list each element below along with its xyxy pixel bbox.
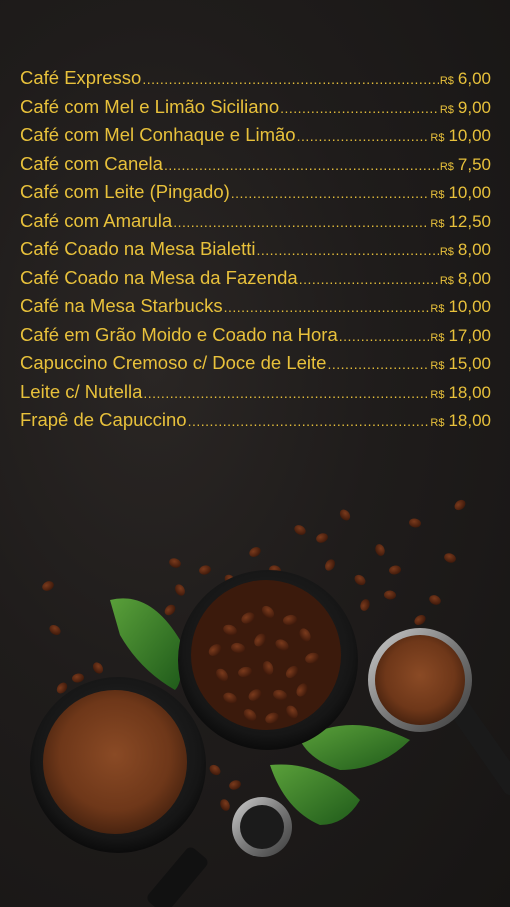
price-value: 18,00	[448, 382, 491, 402]
menu-page: Café Expresso R$6,00 Café com Mel e Limã…	[0, 0, 510, 907]
dot-leader	[173, 207, 429, 237]
dot-leader	[257, 235, 439, 265]
dot-leader	[280, 93, 439, 123]
menu-item-name: Café com Mel e Limão Siciliano	[20, 95, 280, 117]
price-currency: R$	[439, 160, 454, 173]
menu-item-name: Café em Grão Moido e Coado na Hora	[20, 323, 338, 345]
price-currency: R$	[430, 217, 445, 230]
menu-item: Café com Amarula R$12,50	[20, 207, 491, 236]
price-currency: R$	[430, 331, 445, 344]
menu-item-name: Frapê de Capuccino	[20, 409, 187, 430]
menu-item: Frapê de Capuccino R$18,00	[20, 406, 491, 435]
menu-item: Café com Canela R$7,50	[20, 150, 491, 179]
dot-leader	[327, 349, 429, 379]
menu-item: Capuccino Cremoso c/ Doce de Leite R$15,…	[20, 349, 491, 378]
menu-item: Leite c/ Nutella R$18,00	[20, 378, 491, 407]
menu-item-price: R$ 12,50	[430, 207, 491, 239]
menu-item: Café com Mel Conhaque e Limão R$10,00	[20, 121, 491, 150]
dot-leader	[299, 264, 439, 294]
menu-item-price: R$ 10,00	[430, 121, 491, 153]
dot-leader	[164, 150, 439, 180]
price-currency: R$	[439, 75, 454, 87]
price-value: 10,00	[448, 297, 491, 316]
price-value: 15,00	[448, 354, 491, 373]
menu-item-price: R$ 9,00	[440, 93, 491, 125]
price-value: 8,00	[457, 268, 491, 288]
price-value: 7,50	[457, 154, 491, 174]
menu-item-price: R$ 18,00	[430, 406, 491, 438]
menu-item: Café com Leite (Pingado) R$10,00	[20, 178, 491, 207]
menu-item-name: Café com Amarula	[20, 209, 173, 231]
menu-item-name: Café Coado na Mesa Bialetti	[20, 238, 256, 259]
menu-item-price: R$ 10,00	[430, 178, 491, 210]
price-currency: R$	[430, 189, 445, 201]
price-currency: R$	[430, 360, 445, 372]
menu-item-price: R$ 7,50	[440, 150, 491, 182]
menu-item-name: Café com Canela	[20, 152, 163, 174]
menu-item-price: R$ 6,00	[440, 64, 491, 96]
dot-leader	[143, 378, 429, 408]
menu-item-name: Café com Mel Conhaque e Limão	[20, 124, 296, 145]
bean-bowl	[178, 570, 358, 750]
dot-leader	[339, 321, 430, 351]
menu-item-price: R$ 18,00	[430, 378, 491, 410]
price-currency: R$	[430, 303, 445, 315]
menu-item-price: R$ 15,00	[430, 349, 491, 381]
price-currency: R$	[430, 388, 445, 401]
dot-leader	[231, 178, 430, 208]
ground-coffee-bowl	[30, 677, 206, 853]
coffee-beans-photo	[30, 499, 510, 907]
menu-item-price: R$ 8,00	[440, 264, 491, 296]
menu-item: Café Coado na Mesa Bialetti R$8,00	[20, 235, 491, 264]
dot-leader	[297, 121, 430, 151]
dot-leader	[224, 292, 430, 322]
menu-item-name: Leite c/ Nutella	[20, 380, 143, 402]
menu-item-price: R$ 10,00	[430, 292, 491, 324]
dot-leader	[188, 406, 430, 436]
menu-item-price: R$ 8,00	[440, 235, 491, 267]
menu-item-name: Café na Mesa Starbucks	[20, 295, 223, 316]
price-value: 10,00	[448, 183, 491, 202]
menu-item-name: Café Expresso	[20, 67, 142, 88]
price-currency: R$	[439, 246, 454, 258]
price-value: 9,00	[457, 97, 491, 117]
menu-item: Café Expresso R$6,00	[20, 64, 491, 93]
price-value: 12,50	[448, 211, 491, 231]
price-value: 17,00	[448, 325, 491, 345]
menu-item-name: Café com Leite (Pingado)	[20, 181, 230, 202]
menu-item: Café Coado na Mesa da Fazenda R$8,00	[20, 264, 491, 293]
price-value: 6,00	[457, 69, 491, 88]
price-value: 10,00	[448, 126, 491, 145]
price-value: 18,00	[448, 411, 491, 430]
menu-item: Café com Mel e Limão Siciliano R$9,00	[20, 93, 491, 122]
menu-item-price: R$ 17,00	[430, 321, 491, 353]
portafilter	[368, 628, 510, 796]
dot-leader	[142, 64, 439, 94]
menu-item: Café em Grão Moido e Coado na Hora R$17,…	[20, 321, 491, 350]
price-currency: R$	[430, 132, 445, 144]
coffee-menu-list: Café Expresso R$6,00 Café com Mel e Limã…	[20, 64, 491, 435]
price-value: 8,00	[457, 240, 491, 259]
price-currency: R$	[430, 417, 445, 429]
menu-item-name: Café Coado na Mesa da Fazenda	[20, 266, 298, 288]
menu-item: Café na Mesa Starbucks R$10,00	[20, 292, 491, 321]
price-currency: R$	[439, 103, 454, 116]
price-currency: R$	[439, 274, 454, 287]
menu-item-name: Capuccino Cremoso c/ Doce de Leite	[20, 352, 327, 373]
